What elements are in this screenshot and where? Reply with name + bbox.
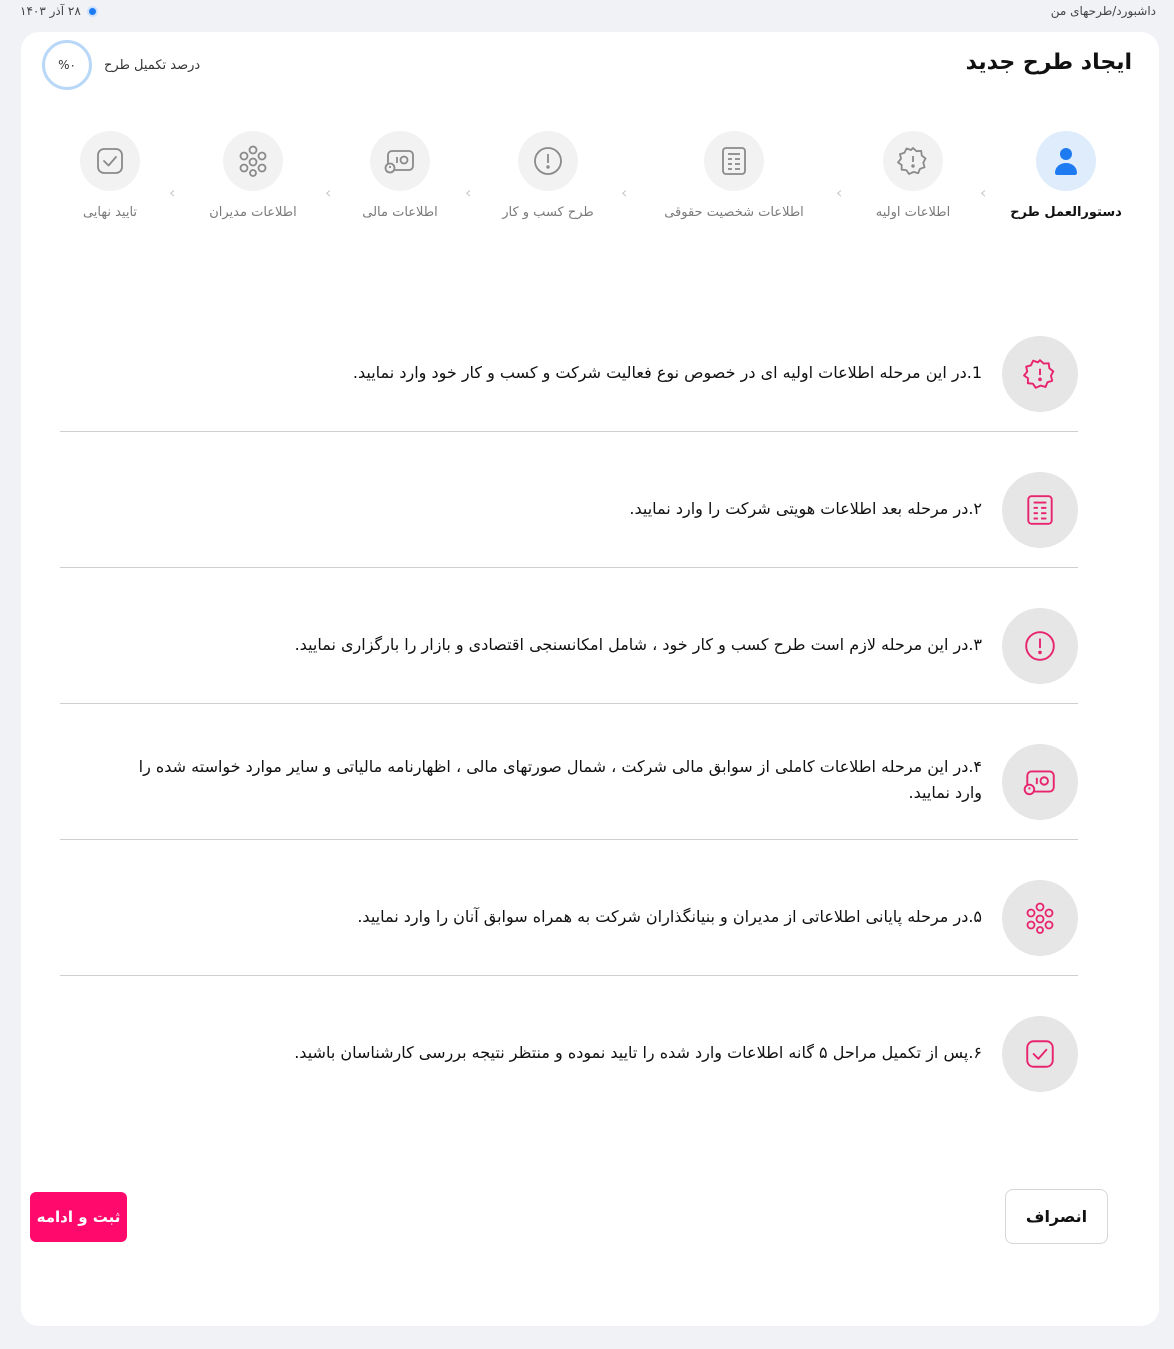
instruction-text: ۳.در این مرحله لازم است طرح کسب و کار خو… bbox=[294, 635, 982, 654]
alert-circle-icon bbox=[532, 145, 564, 177]
page-title: ایجاد طرح جدید bbox=[965, 50, 1132, 75]
step-instructions[interactable]: دستورالعمل طرح bbox=[976, 131, 1156, 220]
list-item: 1.در این مرحله اطلاعات اولیه ای در خصوص … bbox=[60, 296, 1078, 432]
check-square-icon bbox=[94, 145, 126, 177]
step-circle bbox=[883, 131, 943, 191]
step-final-approval[interactable]: تایید نهایی bbox=[20, 131, 200, 220]
instruction-text: ۴.در این مرحله اطلاعات کاملی از سوابق ما… bbox=[138, 757, 982, 802]
step-label: دستورالعمل طرح bbox=[1010, 205, 1122, 220]
submit-continue-button[interactable]: ثبت و ادامه bbox=[30, 1192, 127, 1242]
progress-label: درصد تکمیل طرح bbox=[104, 57, 201, 73]
step-circle bbox=[223, 131, 283, 191]
step-circle bbox=[518, 131, 578, 191]
step-legal-entity[interactable]: اطلاعات شخصیت حقوقی bbox=[644, 131, 824, 220]
list-item: ۴.در این مرحله اطلاعات کاملی از سوابق ما… bbox=[60, 704, 1078, 840]
instruction-text: 1.در این مرحله اطلاعات اولیه ای در خصوص … bbox=[352, 363, 982, 382]
step-label: تایید نهایی bbox=[82, 205, 138, 220]
step-basic-info[interactable]: اطلاعات اولیه bbox=[823, 131, 1003, 220]
step-label: اطلاعات شخصیت حقوقی bbox=[664, 205, 804, 220]
document-icon bbox=[1024, 493, 1056, 527]
row-icon-circle bbox=[1002, 744, 1078, 820]
top-bar: داشبورد/طرحهای من ۲۸ آذر ۱۴۰۳ bbox=[0, 0, 1174, 26]
people-icon bbox=[1023, 901, 1057, 935]
status-dot-icon bbox=[86, 5, 98, 17]
progress-value: %۰ bbox=[58, 58, 76, 72]
instruction-text: ۶.پس از تکمیل مراحل ۵ گانه اطلاعات وارد … bbox=[294, 1043, 982, 1062]
money-icon bbox=[383, 146, 417, 176]
badge-alert-icon bbox=[1023, 357, 1057, 391]
row-icon-circle bbox=[1002, 608, 1078, 684]
list-item: ۲.در مرحله بعد اطلاعات هویتی شرکت را وار… bbox=[60, 432, 1078, 568]
step-circle bbox=[80, 131, 140, 191]
row-icon-circle bbox=[1002, 1016, 1078, 1092]
step-circle bbox=[370, 131, 430, 191]
instruction-text: ۵.در مرحله پایانی اطلاعاتی از مدیران و ب… bbox=[357, 907, 982, 926]
list-item: ۳.در این مرحله لازم است طرح کسب و کار خو… bbox=[60, 568, 1078, 704]
check-square-icon bbox=[1023, 1037, 1057, 1071]
document-icon bbox=[719, 145, 749, 177]
chevron-left-icon: ‹ bbox=[836, 183, 843, 202]
list-item: ۵.در مرحله پایانی اطلاعاتی از مدیران و ب… bbox=[60, 840, 1078, 976]
step-circle bbox=[704, 131, 764, 191]
people-icon bbox=[236, 144, 270, 178]
badge-alert-icon bbox=[897, 145, 929, 177]
list-item: ۶.پس از تکمیل مراحل ۵ گانه اطلاعات وارد … bbox=[60, 976, 1078, 1112]
cancel-button[interactable]: انصراف bbox=[1005, 1189, 1108, 1244]
row-icon-circle bbox=[1002, 472, 1078, 548]
step-circle bbox=[1036, 131, 1096, 191]
user-icon bbox=[1053, 146, 1079, 176]
alert-circle-icon bbox=[1023, 629, 1057, 663]
date-display: ۲۸ آذر ۱۴۰۳ bbox=[20, 4, 98, 18]
row-icon-circle bbox=[1002, 336, 1078, 412]
instruction-text: ۲.در مرحله بعد اطلاعات هویتی شرکت را وار… bbox=[629, 499, 982, 518]
date-text: ۲۸ آذر ۱۴۰۳ bbox=[20, 4, 81, 18]
progress-ring: %۰ bbox=[42, 40, 92, 90]
row-icon-circle bbox=[1002, 880, 1078, 956]
money-icon bbox=[1022, 766, 1058, 798]
completion-progress: %۰ درصد تکمیل طرح bbox=[42, 40, 200, 90]
step-label: اطلاعات اولیه bbox=[875, 205, 951, 220]
breadcrumb[interactable]: داشبورد/طرحهای من bbox=[1051, 4, 1156, 18]
